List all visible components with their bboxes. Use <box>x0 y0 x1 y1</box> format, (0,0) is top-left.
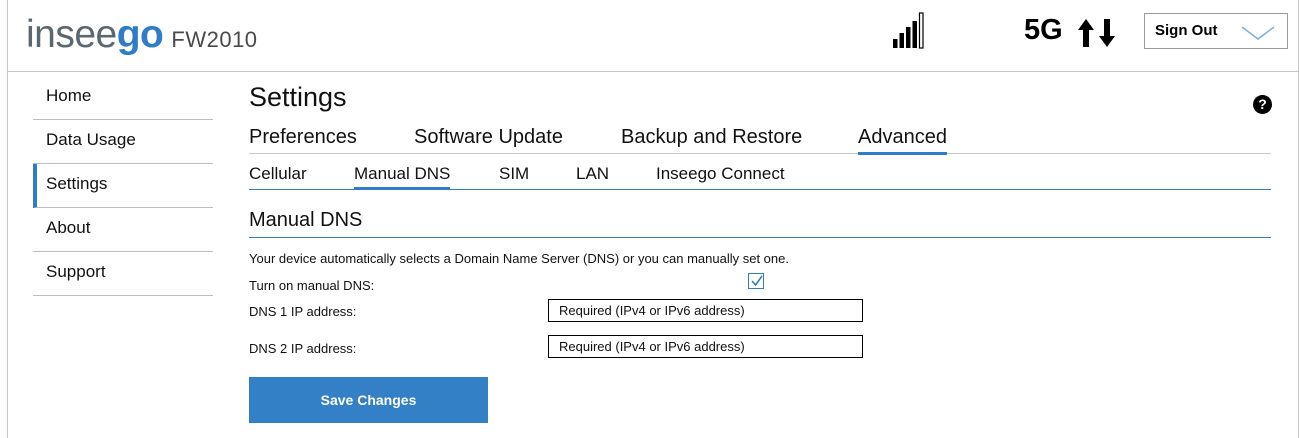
sidebar-item-support[interactable]: Support <box>33 252 213 296</box>
dns1-input[interactable] <box>548 299 863 322</box>
logo: inseego FW2010 <box>26 15 258 54</box>
dns2-label: DNS 2 IP address: <box>249 341 357 356</box>
sidebar-item-data-usage[interactable]: Data Usage <box>33 120 213 164</box>
dns-description: Your device automatically selects a Doma… <box>249 251 789 266</box>
sidebar-item-label: About <box>46 218 91 237</box>
tab-preferences[interactable]: Preferences <box>249 126 357 152</box>
sidebar-item-home[interactable]: Home <box>33 76 213 120</box>
header: inseego FW2010 5G Sign Out <box>7 0 1299 72</box>
sidebar-item-settings[interactable]: Settings <box>33 164 213 208</box>
sign-out-label: Sign Out <box>1155 22 1218 39</box>
subtab-manual-dns[interactable]: Manual DNS <box>354 164 451 190</box>
section-title: Manual DNS <box>249 209 363 231</box>
sidebar-item-label: Home <box>46 86 92 105</box>
sidebar: Home Data Usage Settings About Support <box>33 76 213 296</box>
tab-software-update[interactable]: Software Update <box>414 126 563 152</box>
sidebar-item-label: Settings <box>46 174 108 193</box>
network-type: 5G <box>1024 14 1063 46</box>
subtab-lan[interactable]: LAN <box>576 164 609 187</box>
secondary-tabs: Cellular Manual DNS SIM LAN Inseego Conn… <box>249 160 1271 190</box>
page-title: Settings <box>249 82 347 112</box>
sidebar-item-label: Data Usage <box>46 130 136 149</box>
sidebar-item-about[interactable]: About <box>33 208 213 252</box>
check-icon <box>751 275 763 287</box>
tab-advanced[interactable]: Advanced <box>858 126 947 155</box>
logo-text-blue: go <box>116 13 164 56</box>
tab-backup-restore[interactable]: Backup and Restore <box>621 126 802 152</box>
chevron-down-icon <box>1241 26 1275 40</box>
dns1-label: DNS 1 IP address: <box>249 304 357 319</box>
subtab-sim[interactable]: SIM <box>499 164 529 187</box>
sign-out-dropdown[interactable]: Sign Out <box>1144 13 1288 49</box>
manual-dns-checkbox[interactable] <box>748 273 764 289</box>
manual-dns-toggle-label: Turn on manual DNS: <box>249 278 375 293</box>
save-changes-button[interactable]: Save Changes <box>249 377 488 423</box>
up-down-arrows-icon <box>1078 19 1115 47</box>
section-divider <box>249 237 1271 238</box>
primary-tabs: Preferences Software Update Backup and R… <box>249 122 1271 155</box>
sidebar-item-label: Support <box>46 262 106 281</box>
dns2-input[interactable] <box>548 335 863 358</box>
question-icon[interactable]: ? <box>1253 95 1272 114</box>
signal-bars-icon <box>893 12 924 49</box>
model-name: FW2010 <box>171 27 258 52</box>
logo-text-gray: insee <box>26 13 117 56</box>
subtab-cellular[interactable]: Cellular <box>249 164 307 187</box>
subtab-inseego-connect[interactable]: Inseego Connect <box>656 164 785 187</box>
